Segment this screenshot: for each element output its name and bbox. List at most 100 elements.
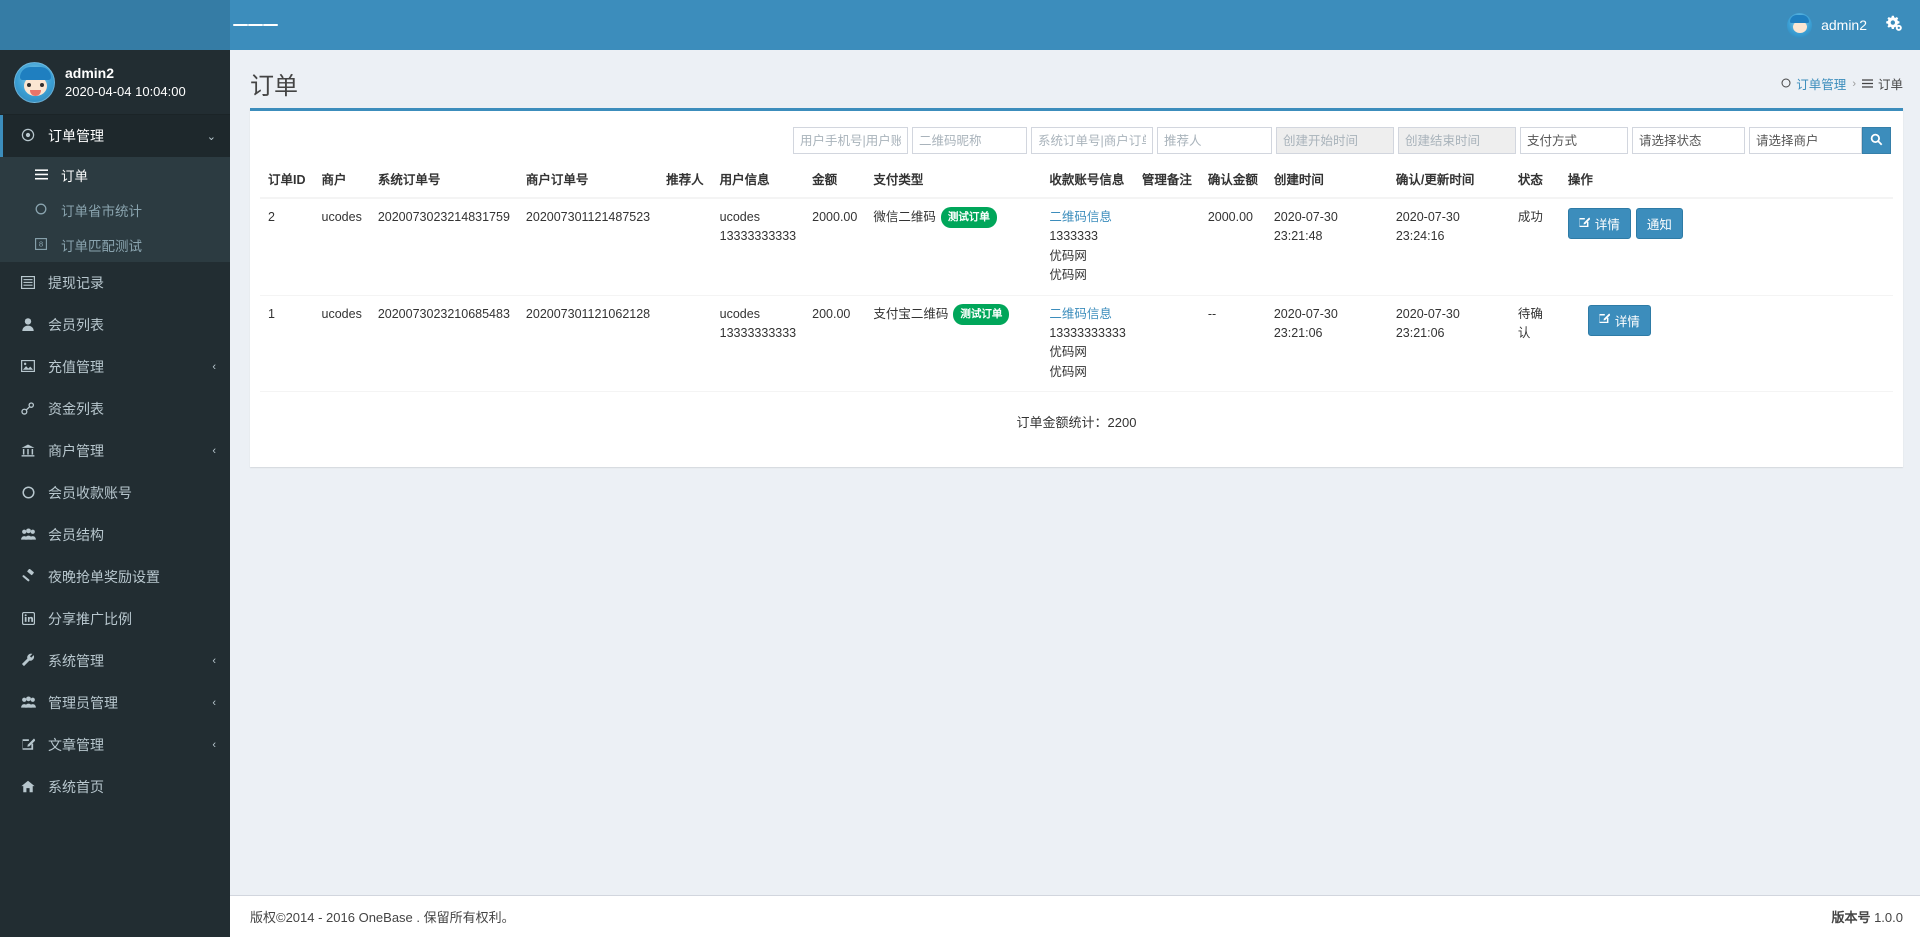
navbar-username: admin2 xyxy=(1821,17,1867,33)
sidebar-item-label: 管理员管理 xyxy=(48,693,202,713)
table-header-row: 订单ID 商户 系统订单号 商户订单号 推荐人 用户信息 金额 支付类型 收款账… xyxy=(260,160,1893,198)
pay-type-label: 微信二维码 xyxy=(873,210,936,224)
sidebar-item-member-list[interactable]: 会员列表 xyxy=(0,304,230,346)
sidebar-item-system-home[interactable]: 系统首页 xyxy=(0,766,230,808)
pay-method-select[interactable]: 支付方式 xyxy=(1520,127,1628,154)
start-time-input[interactable] xyxy=(1276,127,1394,154)
chevron-left-icon: ‹ xyxy=(212,445,216,457)
orders-table-head: 订单ID 商户 系统订单号 商户订单号 推荐人 用户信息 金额 支付类型 收款账… xyxy=(260,160,1893,198)
sidebar-item-member-structure[interactable]: 会员结构 xyxy=(0,514,230,556)
cell-account-info: 二维码信息 1333333 优码网 优码网 xyxy=(1041,198,1133,295)
order-filter-bar: 支付方式 请选择状态 请选择商户 xyxy=(260,121,1893,160)
sidebar-item-label: 会员结构 xyxy=(48,525,216,545)
cell-confirm-amount: -- xyxy=(1200,295,1266,391)
col-user-info: 用户信息 xyxy=(712,160,804,198)
search-button[interactable] xyxy=(1862,127,1891,154)
chevron-down-icon: ⌄ xyxy=(207,130,216,143)
avatar xyxy=(14,62,55,103)
gavel-icon xyxy=(18,569,38,585)
qr-nickname-input[interactable] xyxy=(912,127,1027,154)
cell-pay-type: 支付宝二维码测试订单 xyxy=(865,295,1041,391)
circle-dot-icon xyxy=(18,128,38,144)
sidebar-item-label: 订单管理 xyxy=(48,126,197,146)
circle-icon xyxy=(1781,77,1791,91)
cell-referrer xyxy=(658,198,712,295)
col-pay-type: 支付类型 xyxy=(865,160,1041,198)
cell-merchant: ucodes xyxy=(314,198,370,295)
sidebar-item-label: 商户管理 xyxy=(48,441,202,461)
main-area: admin2 订单 订单管理 xyxy=(230,0,1920,937)
qr-info-link[interactable]: 二维码信息 xyxy=(1049,210,1112,224)
sidebar-item-label: 资金列表 xyxy=(48,399,216,419)
account-line: 优码网 xyxy=(1049,266,1125,285)
circle-icon xyxy=(18,486,38,501)
sidebar-item-order-province-stats[interactable]: 订单省市统计 xyxy=(0,192,230,227)
detail-button[interactable]: 详情 xyxy=(1568,208,1631,239)
breadcrumb-current: 订单 xyxy=(1862,74,1903,93)
sidebar-item-member-receive-account[interactable]: 会员收款账号 xyxy=(0,472,230,514)
breadcrumb-parent-label: 订单管理 xyxy=(1796,74,1846,93)
status-select[interactable]: 请选择状态 xyxy=(1632,127,1745,154)
col-confirm-amount: 确认金额 xyxy=(1200,160,1266,198)
cell-pay-type: 微信二维码测试订单 xyxy=(865,198,1041,295)
account-line: 优码网 xyxy=(1049,363,1125,382)
detail-button[interactable]: 详情 xyxy=(1588,305,1651,336)
circle-icon xyxy=(31,203,51,217)
col-merchant: 商户 xyxy=(314,160,370,198)
sidebar-item-share-promotion-ratio[interactable]: 分享推广比例 xyxy=(0,598,230,640)
sidebar-item-withdraw-records[interactable]: 提现记录 xyxy=(0,262,230,304)
sidebar-item-label: 系统首页 xyxy=(48,777,216,797)
footer-version-number: 1.0.0 xyxy=(1874,910,1903,925)
order-total-amount: 订单金额统计：2200 xyxy=(260,391,1893,457)
sidebar-user-datetime: 2020-04-04 10:04:00 xyxy=(65,84,186,99)
list-icon xyxy=(31,168,51,182)
cell-merchant: ucodes xyxy=(314,295,370,391)
navbar-user-menu[interactable]: admin2 xyxy=(1787,13,1867,38)
table-icon xyxy=(18,276,38,291)
col-status: 状态 xyxy=(1510,160,1560,198)
cell-status: 成功 xyxy=(1510,198,1560,295)
sidebar-item-recharge-management[interactable]: 充值管理 ‹ xyxy=(0,346,230,388)
gears-icon[interactable] xyxy=(1885,15,1902,36)
col-update-time: 确认/更新时间 xyxy=(1388,160,1510,198)
bank-icon xyxy=(18,444,38,459)
image-icon xyxy=(18,360,38,374)
cell-order-id: 1 xyxy=(260,295,314,391)
breadcrumb-current-label: 订单 xyxy=(1878,74,1903,93)
user-info-line: 13333333333 xyxy=(720,227,796,246)
svg-text:8: 8 xyxy=(39,239,43,248)
merchant-select[interactable]: 请选择商户 xyxy=(1749,127,1862,154)
sidebar-user-panel[interactable]: admin2 2020-04-04 10:04:00 xyxy=(0,50,230,115)
sidebar-item-system-management[interactable]: 系统管理 ‹ xyxy=(0,640,230,682)
hamburger-icon[interactable] xyxy=(230,0,280,50)
referrer-input[interactable] xyxy=(1157,127,1272,154)
cell-sys-order-no: 2020073023214831759 xyxy=(370,198,518,295)
footer-version-label: 版本号 xyxy=(1831,910,1870,925)
cell-merchant-order-no: 202007301121062128 xyxy=(518,295,658,391)
sidebar-item-label: 会员收款账号 xyxy=(48,483,216,503)
order-no-input[interactable] xyxy=(1031,127,1153,154)
col-merchant-order-no: 商户订单号 xyxy=(518,160,658,198)
sidebar-item-order[interactable]: 订单 xyxy=(0,157,230,192)
sidebar-subitem-label: 订单匹配测试 xyxy=(61,235,216,255)
cell-status: 待确认 xyxy=(1510,295,1560,391)
sidebar-item-funds-list[interactable]: 资金列表 xyxy=(0,388,230,430)
sidebar-item-merchant-management[interactable]: 商户管理 ‹ xyxy=(0,430,230,472)
sidebar-item-article-management[interactable]: 文章管理 ‹ xyxy=(0,724,230,766)
user-account-input[interactable] xyxy=(793,127,908,154)
sidebar-item-admin-management[interactable]: 管理员管理 ‹ xyxy=(0,682,230,724)
col-amount: 金额 xyxy=(804,160,865,198)
qr-info-link[interactable]: 二维码信息 xyxy=(1049,307,1112,321)
cell-referrer xyxy=(658,295,712,391)
sidebar-item-order-match-test[interactable]: 8 订单匹配测试 xyxy=(0,227,230,262)
sidebar-item-order-management[interactable]: 订单管理 ⌄ 订单 xyxy=(0,115,230,262)
end-time-input[interactable] xyxy=(1398,127,1516,154)
breadcrumb-parent-link[interactable]: 订单管理 xyxy=(1781,74,1846,93)
table-row: 1 ucodes 2020073023210685483 20200730112… xyxy=(260,295,1893,391)
status-badge: 测试订单 xyxy=(941,207,997,228)
order-box-body: 支付方式 请选择状态 请选择商户 xyxy=(250,111,1903,467)
page-footer: 版权©2014 - 2016 OneBase . 保留所有权利。 版本号 1.0… xyxy=(230,895,1920,937)
sidebar-item-label: 夜晚抢单奖励设置 xyxy=(48,567,216,587)
sidebar-item-night-order-reward-setting[interactable]: 夜晚抢单奖励设置 xyxy=(0,556,230,598)
notify-button[interactable]: 通知 xyxy=(1636,208,1683,239)
